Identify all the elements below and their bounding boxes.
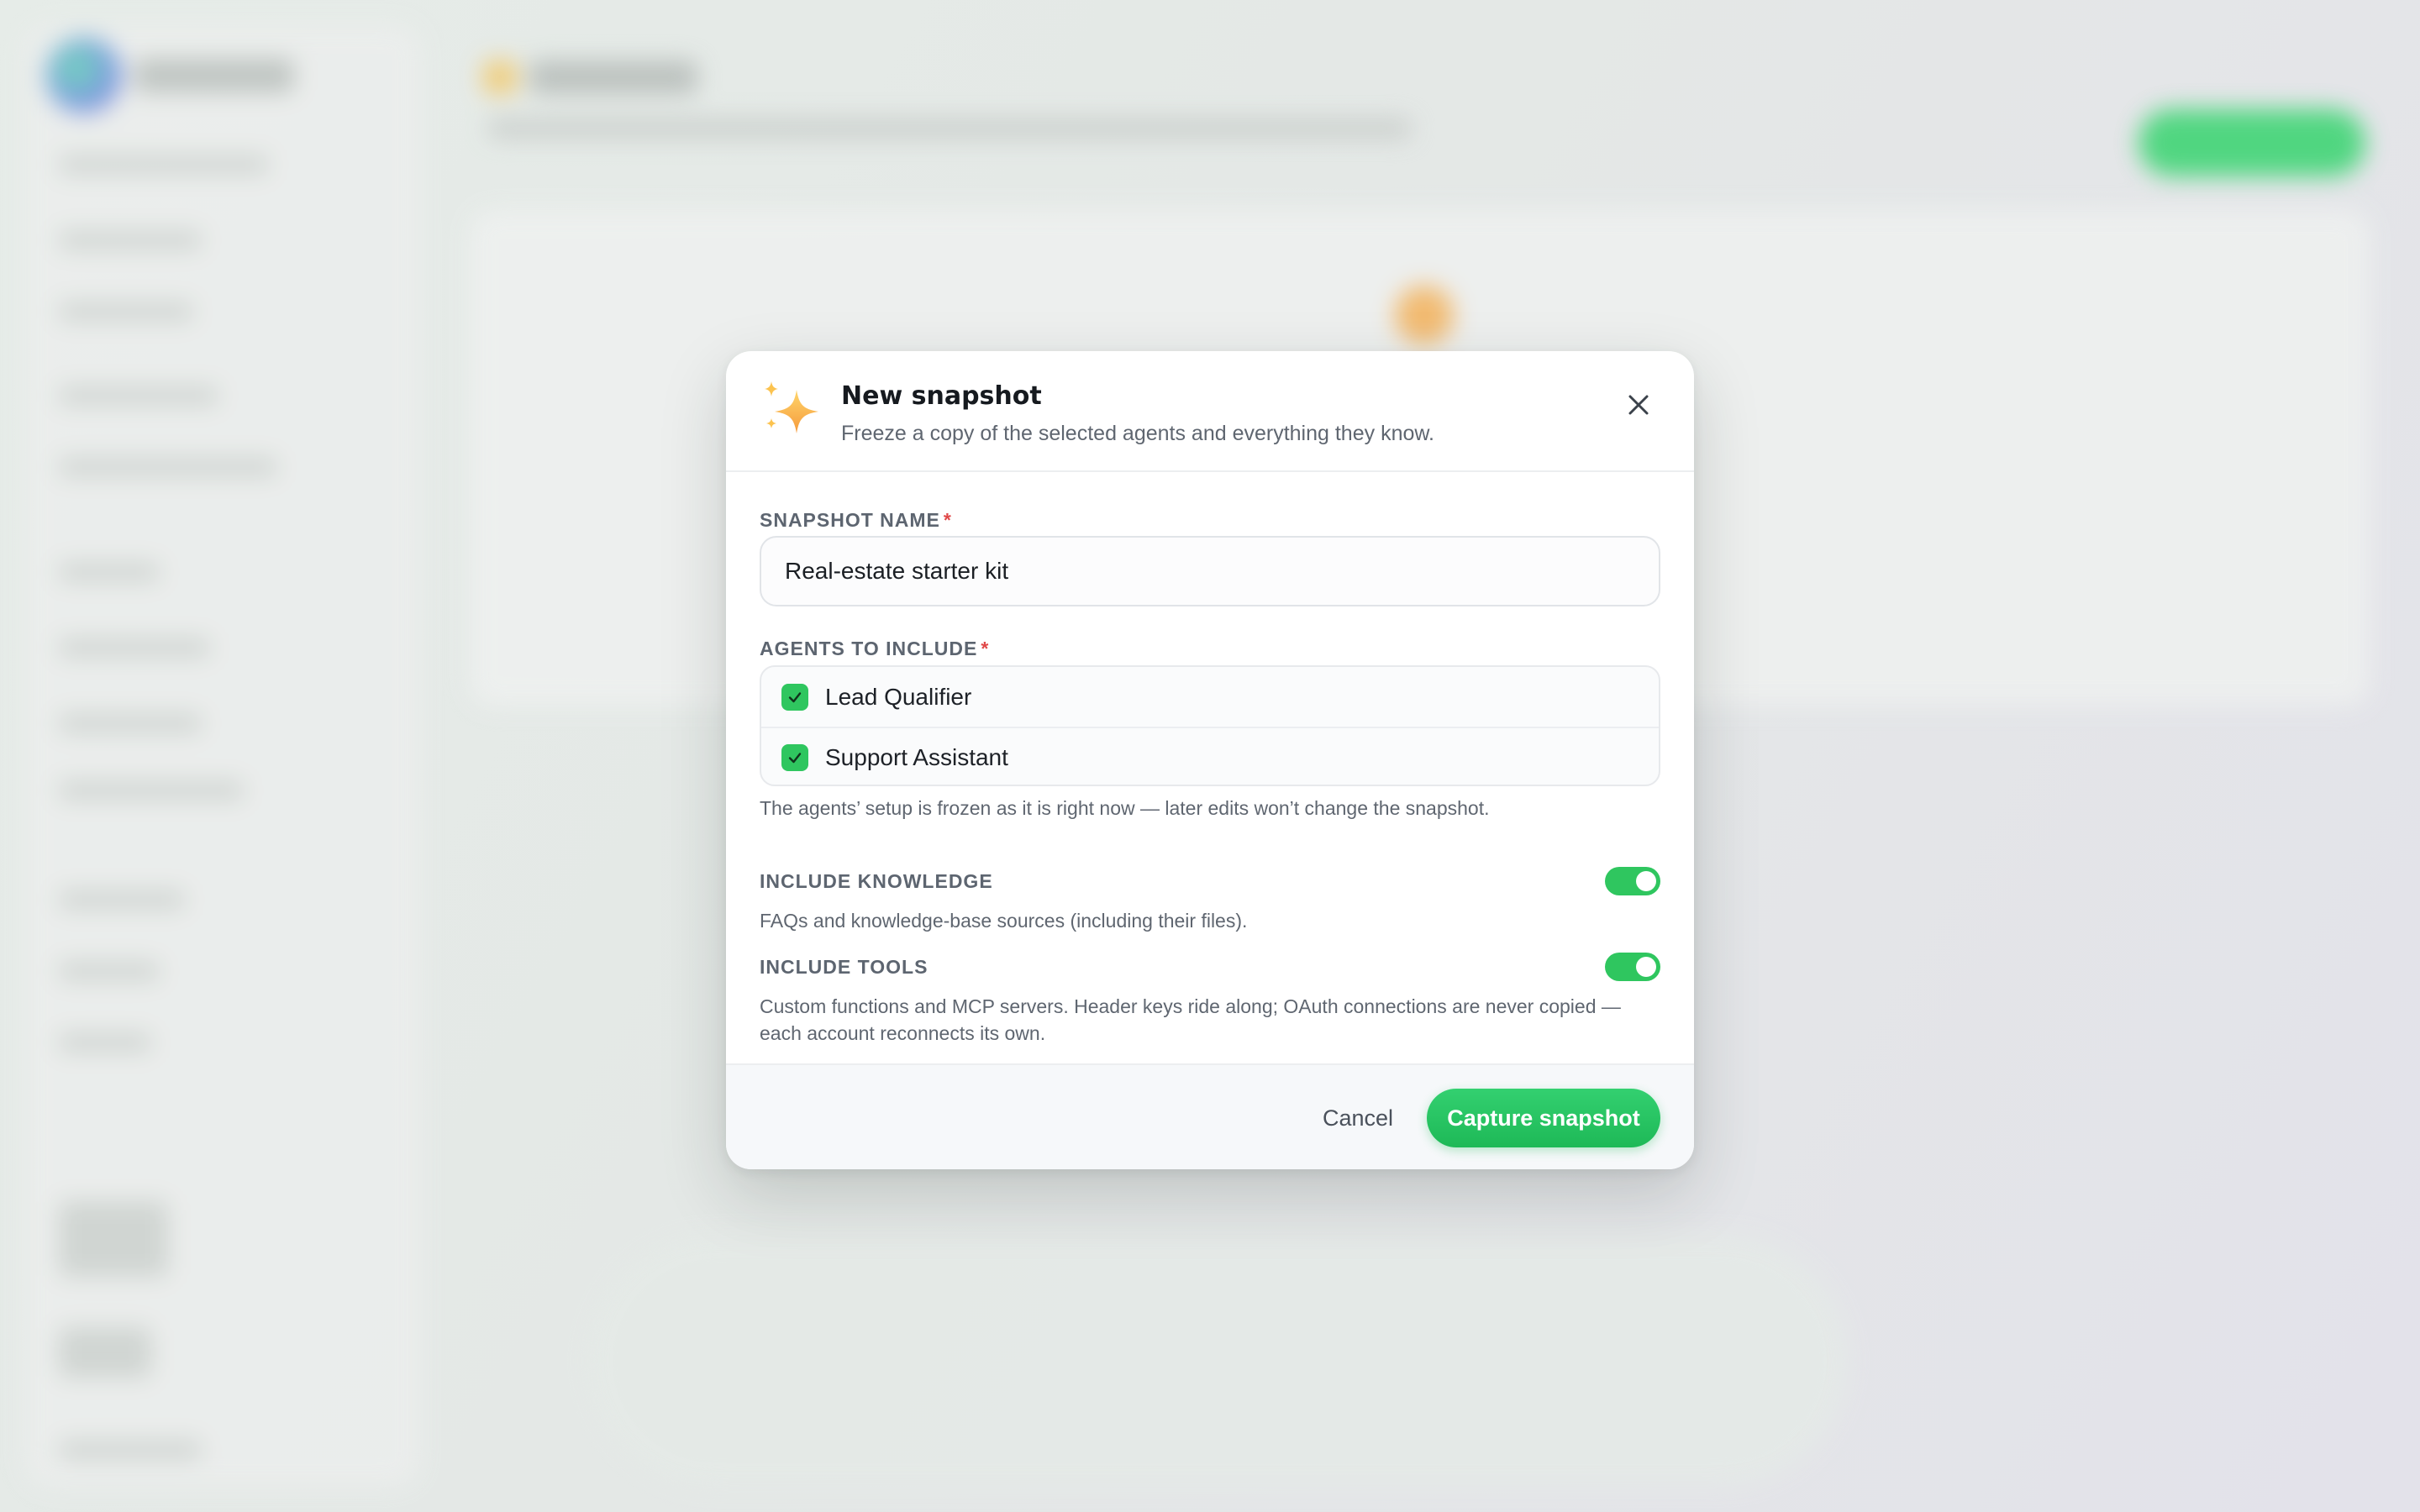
- background-bar: [59, 1441, 202, 1459]
- background-bar: [59, 1201, 168, 1277]
- dialog-footer: Cancel Capture snapshot: [726, 1063, 1694, 1169]
- dialog-subtitle: Freeze a copy of the selected agents and…: [841, 422, 1434, 445]
- background-icon: [1395, 286, 1454, 344]
- background-bar: [59, 563, 160, 581]
- background-logo-text: [134, 59, 294, 92]
- close-icon: [1628, 395, 1649, 415]
- include-tools-hint: Custom functions and MCP servers. Header…: [760, 993, 1621, 1047]
- agent-name: Support Assistant: [825, 743, 1008, 770]
- snapshot-name-input[interactable]: [760, 536, 1660, 606]
- include-tools-hint-line-1: Custom functions and MCP servers. Header…: [760, 995, 1621, 1017]
- agent-name: Lead Qualifier: [825, 683, 972, 710]
- agents-label: AGENTS TO INCLUDE *: [760, 638, 989, 660]
- close-button[interactable]: [1620, 386, 1657, 423]
- background-bar: [59, 302, 193, 321]
- background-bar: [59, 386, 218, 405]
- background-bar: [59, 962, 160, 980]
- agent-checkbox[interactable]: [781, 743, 808, 771]
- background-bar: [59, 458, 277, 476]
- include-tools-label: INCLUDE TOOLS: [760, 956, 929, 978]
- sparkles-icon: [765, 381, 818, 433]
- snapshot-name-label: SNAPSHOT NAME *: [760, 509, 952, 532]
- background-bar: [59, 155, 269, 174]
- background-subtitle: [487, 118, 1412, 139]
- agent-option-lead-qualifier[interactable]: Lead Qualifier: [761, 667, 1659, 728]
- include-knowledge-label: INCLUDE KNOWLEDGE: [760, 870, 993, 892]
- agent-checkbox[interactable]: [781, 683, 808, 711]
- cancel-button[interactable]: Cancel: [1306, 1092, 1410, 1144]
- snapshot-name-label-text: SNAPSHOT NAME: [760, 509, 940, 531]
- background-title-icon: [483, 60, 517, 94]
- background-bar: [59, 1327, 151, 1378]
- background-title: [529, 60, 697, 94]
- dialog-title: New snapshot: [841, 381, 1042, 411]
- background-button: [2139, 109, 2365, 176]
- background-logo: [46, 38, 122, 113]
- background-bar: [59, 638, 210, 657]
- background-bar: [59, 781, 244, 800]
- dialog-header: New snapshot Freeze a copy of the select…: [726, 351, 1694, 472]
- agents-label-text: AGENTS TO INCLUDE: [760, 638, 978, 659]
- required-marker: *: [943, 509, 952, 531]
- agents-list: Lead Qualifier Support Assistant: [760, 665, 1660, 786]
- include-knowledge-toggle[interactable]: [1605, 867, 1660, 895]
- background-bar: [59, 1033, 151, 1052]
- new-snapshot-dialog: New snapshot Freeze a copy of the select…: [726, 351, 1694, 1169]
- background-bar: [59, 890, 185, 909]
- check-icon: [788, 752, 802, 763]
- background-bar: [59, 231, 202, 249]
- agent-option-support-assistant[interactable]: Support Assistant: [761, 727, 1659, 787]
- background-bar: [59, 714, 202, 732]
- check-icon: [788, 691, 802, 702]
- agents-hint: The agents’ setup is frozen as it is rig…: [760, 797, 1490, 819]
- capture-snapshot-button[interactable]: Capture snapshot: [1427, 1089, 1660, 1147]
- include-tools-hint-line-2: each account reconnects its own.: [760, 1022, 1046, 1044]
- toggle-knob: [1636, 957, 1656, 977]
- include-tools-toggle[interactable]: [1605, 953, 1660, 981]
- include-knowledge-hint: FAQs and knowledge-base sources (includi…: [760, 910, 1248, 932]
- background-bottom-shape: [588, 1235, 1849, 1487]
- toggle-knob: [1636, 871, 1656, 891]
- required-marker: *: [981, 638, 990, 659]
